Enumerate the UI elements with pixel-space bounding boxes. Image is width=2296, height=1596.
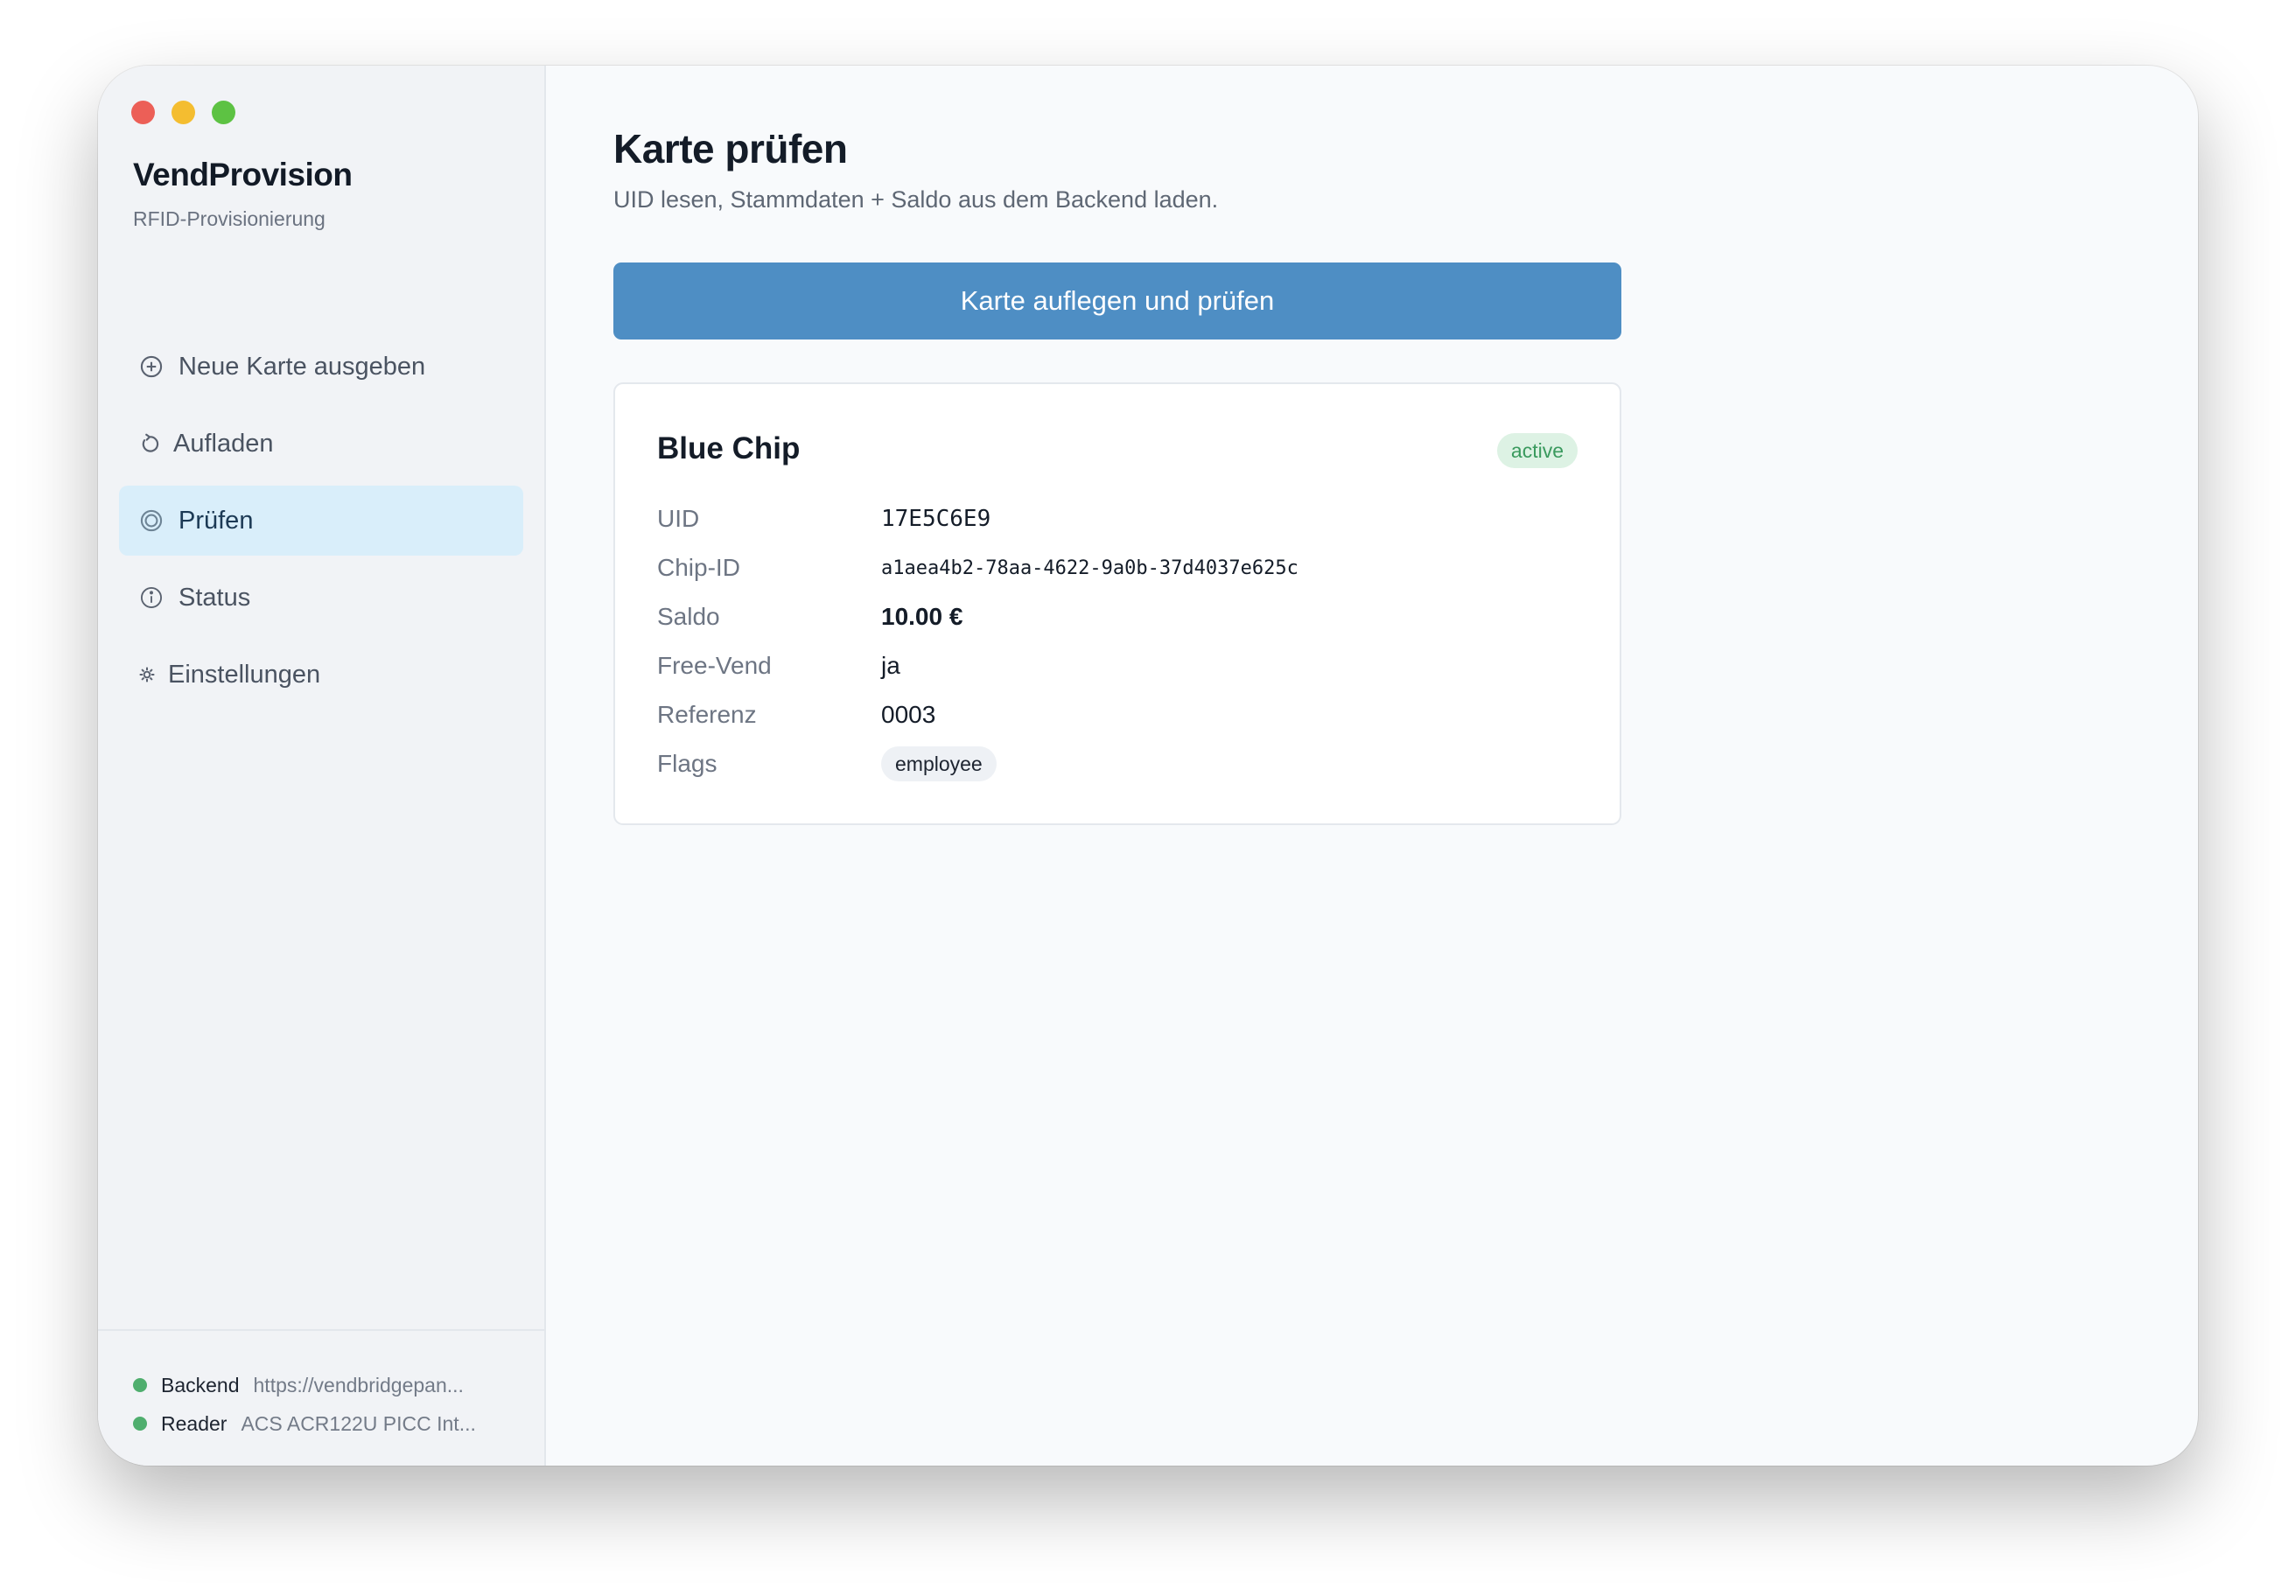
reader-name: ACS ACR122U PICC Int...: [241, 1411, 476, 1435]
main-content: Karte prüfen UID lesen, Stammdaten + Sal…: [546, 66, 2198, 1466]
referenz-value: 0003: [881, 701, 936, 728]
maximize-window-button[interactable]: [212, 101, 235, 124]
sidebar-item-aufladen[interactable]: Aufladen: [119, 409, 523, 479]
target-icon: [138, 508, 164, 534]
status-dot: [133, 1378, 147, 1392]
card-title: Blue Chip: [657, 431, 801, 466]
field-label: UID: [657, 505, 700, 532]
sidebar: VendProvision RFID-Provisionierung Neue …: [98, 66, 546, 1466]
backend-label: Backend: [161, 1373, 240, 1396]
scan-card-button[interactable]: Karte auflegen und prüfen: [613, 262, 1621, 340]
sidebar-item-label: Status: [178, 583, 251, 612]
info-icon: [138, 584, 164, 611]
saldo-value: 10.00 €: [881, 603, 963, 630]
field-row-free-vend: Free-Vend ja: [657, 641, 1298, 690]
field-label: Referenz: [657, 701, 757, 728]
backend-url: https://vendbridgepan...: [253, 1373, 464, 1396]
sidebar-item-status[interactable]: Status: [119, 563, 523, 633]
sidebar-item-label: Prüfen: [178, 506, 254, 535]
plus-circle-icon: [138, 354, 164, 380]
field-label: Flags: [657, 750, 718, 777]
field-row-saldo: Saldo 10.00 €: [657, 592, 1298, 641]
field-row-chip-id: Chip-ID a1aea4b2-78aa-4622-9a0b-37d4037e…: [657, 543, 1298, 592]
sidebar-item-label: Aufladen: [173, 429, 274, 458]
sidebar-item-einstellungen[interactable]: Einstellungen: [119, 640, 523, 710]
field-row-uid: UID 17E5C6E9: [657, 494, 1298, 543]
card-details: Blue Chip active UID 17E5C6E9 Chip-ID a1…: [613, 382, 1621, 825]
sidebar-item-label: Einstellungen: [168, 660, 321, 689]
close-window-button[interactable]: [131, 101, 155, 124]
app-subtitle: RFID-Provisionierung: [133, 207, 326, 230]
status-dot: [133, 1417, 147, 1431]
field-label: Chip-ID: [657, 554, 740, 581]
connection-status: Backend https://vendbridgepan... Reader …: [98, 1329, 544, 1466]
field-label: Free-Vend: [657, 652, 772, 679]
brand: VendProvision RFID-Provisionierung: [133, 157, 353, 231]
field-row-referenz: Referenz 0003: [657, 690, 1298, 739]
app-window: VendProvision RFID-Provisionierung Neue …: [98, 66, 2198, 1466]
page-subtitle: UID lesen, Stammdaten + Saldo aus dem Ba…: [613, 186, 1219, 213]
chip-id-value: a1aea4b2-78aa-4622-9a0b-37d4037e625c: [881, 556, 1298, 579]
reader-label: Reader: [161, 1411, 228, 1435]
uid-value: 17E5C6E9: [881, 506, 991, 532]
flag-chip: employee: [881, 746, 997, 781]
page-title: Karte prüfen: [613, 126, 848, 172]
field-row-flags: Flags employee: [657, 739, 1298, 788]
field-label: Saldo: [657, 603, 720, 630]
free-vend-value: ja: [881, 652, 900, 679]
app-name: VendProvision: [133, 157, 353, 192]
card-fields: UID 17E5C6E9 Chip-ID a1aea4b2-78aa-4622-…: [657, 494, 1298, 788]
sidebar-item-neue-karte[interactable]: Neue Karte ausgeben: [119, 332, 523, 402]
backend-status: Backend https://vendbridgepan...: [133, 1366, 544, 1404]
minimize-window-button[interactable]: [172, 101, 195, 124]
gear-icon: [138, 662, 156, 688]
reader-status: Reader ACS ACR122U PICC Int...: [133, 1404, 544, 1443]
window-controls: [131, 101, 235, 124]
sidebar-nav: Neue Karte ausgeben Aufladen Prüfen Stat…: [119, 332, 523, 717]
sidebar-item-pruefen[interactable]: Prüfen: [119, 486, 523, 556]
refresh-icon: [138, 430, 161, 457]
status-badge: active: [1496, 433, 1578, 468]
sidebar-item-label: Neue Karte ausgeben: [178, 352, 426, 381]
